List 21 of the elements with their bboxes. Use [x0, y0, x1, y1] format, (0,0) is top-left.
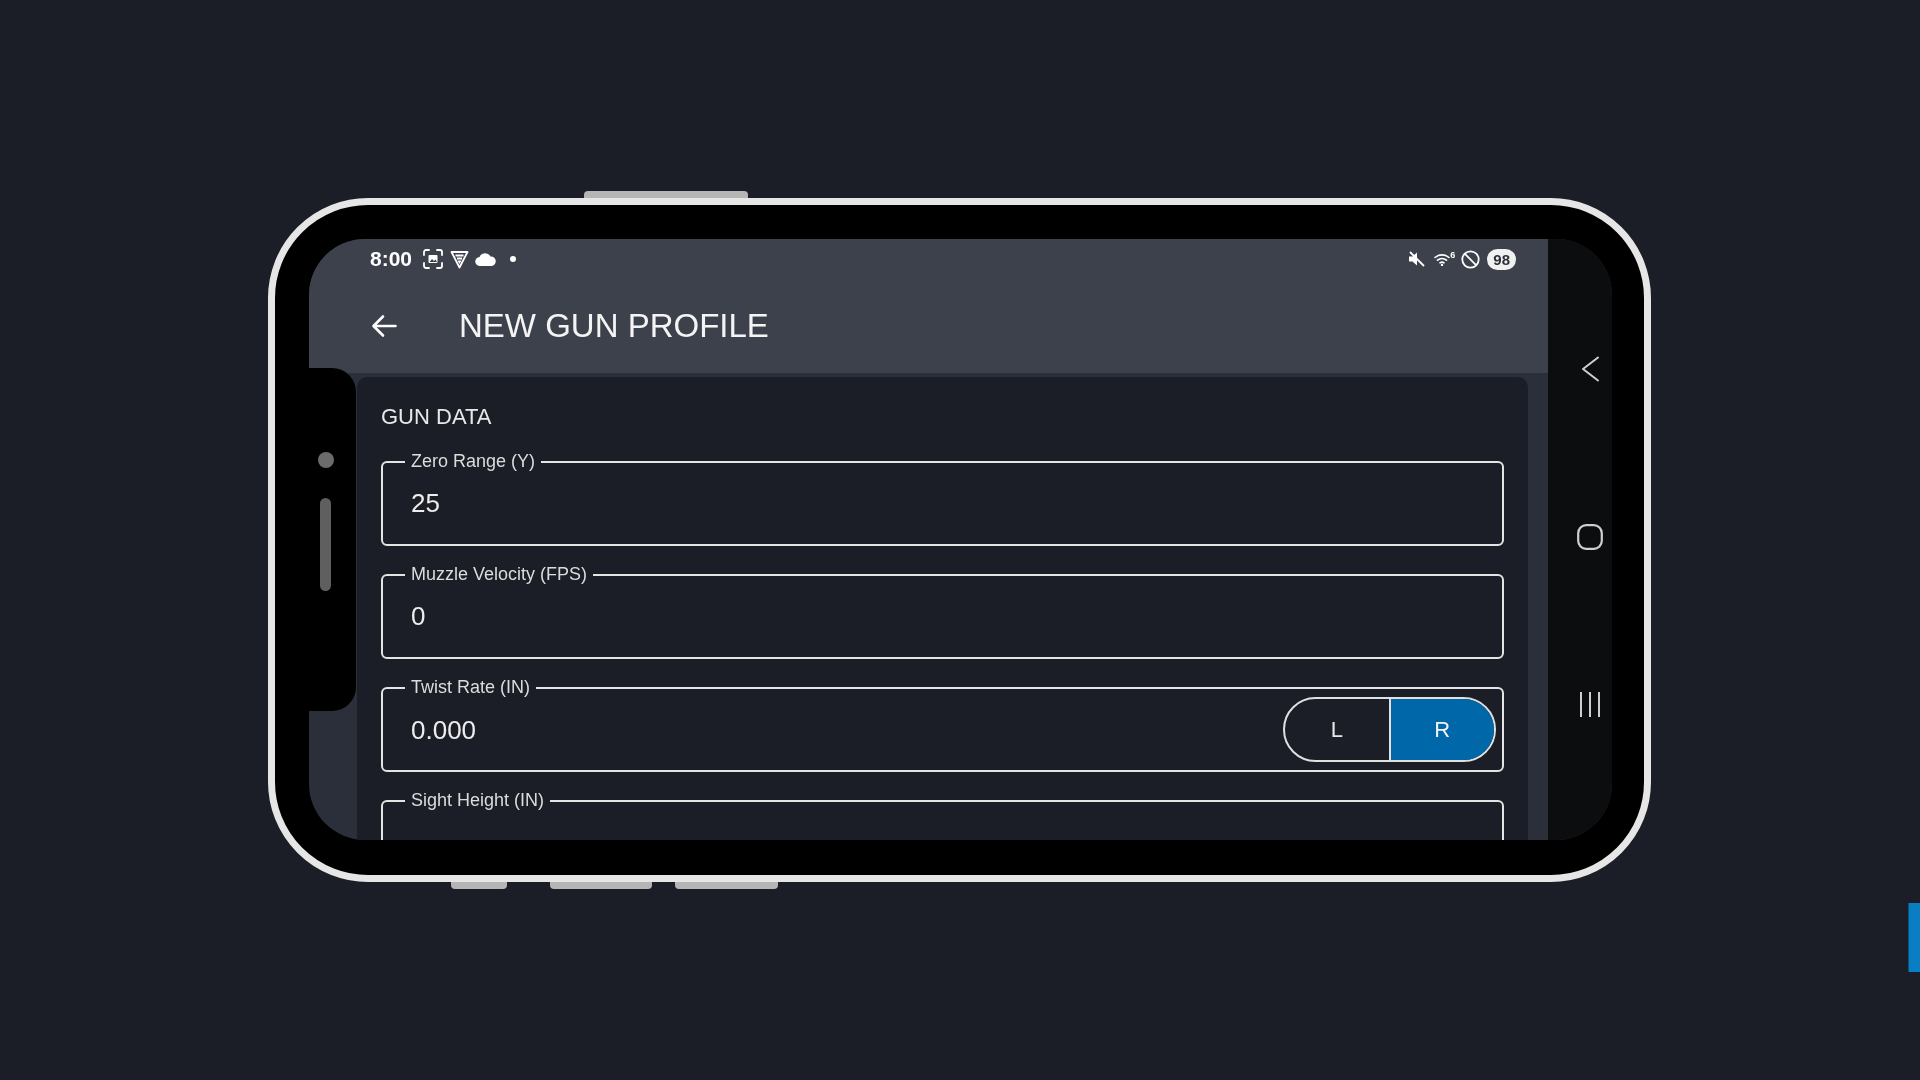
segmented-control[interactable]: L R — [1283, 697, 1496, 762]
block-icon — [1461, 249, 1481, 269]
segment-option[interactable]: R — [1390, 699, 1494, 760]
camera-lens-icon — [318, 452, 334, 468]
wifi-generation: 6 — [1450, 250, 1456, 260]
back-arrow-icon — [371, 314, 397, 338]
screenshot-icon — [423, 249, 444, 269]
recent-apps-icon[interactable] — [1578, 692, 1602, 717]
phone-edge-ridge — [451, 882, 507, 889]
battery-indicator: 98 — [1487, 248, 1516, 270]
section-title: GUN DATA — [381, 403, 492, 431]
status-time: 8:00 — [370, 247, 413, 271]
home-icon[interactable] — [1577, 524, 1603, 550]
cloud-icon — [475, 252, 497, 266]
wifi-icon — [1434, 252, 1451, 266]
mute-icon — [1408, 251, 1426, 267]
back-button[interactable] — [371, 314, 397, 338]
sensor-slot-icon — [320, 498, 331, 591]
shield-icon — [450, 249, 470, 269]
page-title: NEW GUN PROFILE — [459, 306, 769, 346]
back-icon[interactable] — [1580, 356, 1600, 382]
